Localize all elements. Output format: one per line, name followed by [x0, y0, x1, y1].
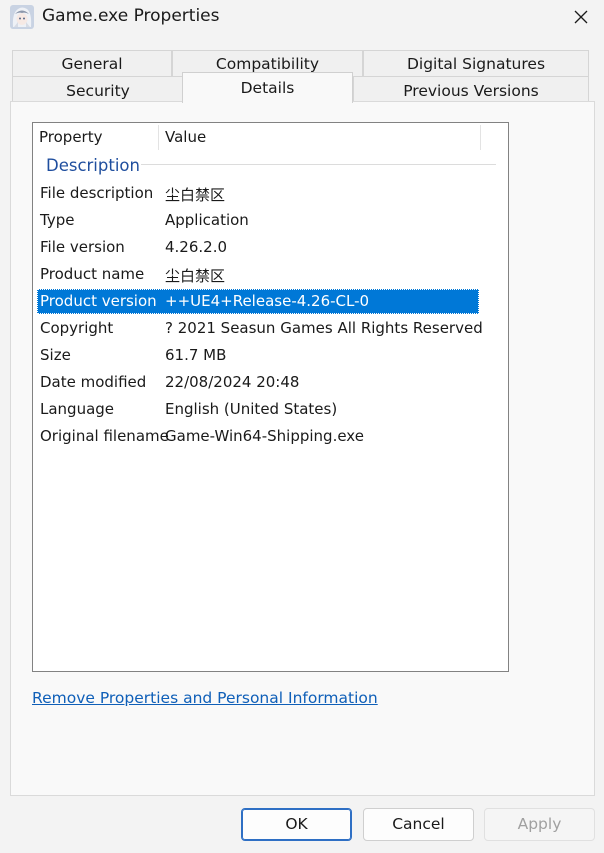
property-value: ++UE4+Release-4.26-CL-0 — [165, 292, 370, 310]
table-row[interactable]: Language English (United States) — [37, 397, 479, 422]
property-value: 22/08/2024 20:48 — [165, 373, 300, 391]
column-separator[interactable] — [480, 125, 481, 150]
close-icon — [574, 10, 588, 24]
property-name: Original filename — [40, 427, 169, 445]
property-value: 尘白禁区 — [165, 186, 226, 204]
property-name: Product name — [40, 265, 145, 283]
tab-digital-signatures[interactable]: Digital Signatures — [363, 50, 589, 76]
property-name: File description — [40, 184, 154, 202]
property-name: Date modified — [40, 373, 147, 391]
property-value: Application — [165, 211, 249, 229]
property-value: 4.26.2.0 — [165, 238, 228, 256]
table-row[interactable]: Date modified 22/08/2024 20:48 — [37, 370, 479, 395]
property-value: ? 2021 Seasun Games All Rights Reserved — [165, 319, 483, 337]
table-row[interactable]: Product name 尘白禁区 — [37, 262, 479, 287]
remove-properties-link[interactable]: Remove Properties and Personal Informati… — [32, 689, 378, 707]
property-name: Copyright — [40, 319, 114, 337]
tab-details[interactable]: Details — [182, 72, 353, 103]
tab-general[interactable]: General — [12, 50, 172, 76]
table-row[interactable]: Original filename Game-Win64-Shipping.ex… — [37, 424, 479, 449]
ok-button[interactable]: OK — [241, 808, 352, 841]
table-row[interactable]: Type Application — [37, 208, 479, 233]
group-divider — [141, 164, 496, 165]
property-name: Size — [40, 346, 71, 364]
table-row[interactable]: File version 4.26.2.0 — [37, 235, 479, 260]
property-name: File version — [40, 238, 125, 256]
property-name: Language — [40, 400, 115, 418]
window-title: Game.exe Properties — [42, 6, 220, 26]
group-header-description: Description — [46, 156, 140, 175]
tab-security[interactable]: Security — [12, 76, 184, 102]
details-list-view[interactable]: Property Value Description File descript… — [32, 122, 509, 672]
details-tab-panel: Property Value Description File descript… — [10, 101, 595, 796]
property-name: Product version — [40, 292, 157, 310]
column-header-value[interactable]: Value — [159, 123, 481, 152]
tab-previous-versions[interactable]: Previous Versions — [353, 76, 589, 102]
table-row[interactable]: Copyright ? 2021 Seasun Games All Rights… — [37, 316, 483, 341]
property-value: Game-Win64-Shipping.exe — [165, 427, 364, 445]
cancel-button[interactable]: Cancel — [363, 808, 474, 841]
column-header-property[interactable]: Property — [33, 123, 159, 152]
table-row[interactable]: File description 尘白禁区 — [37, 181, 479, 206]
app-icon — [10, 5, 34, 29]
property-value: 61.7 MB — [165, 346, 227, 364]
apply-button[interactable]: Apply — [484, 808, 595, 841]
title-bar: Game.exe Properties — [0, 0, 604, 34]
close-button[interactable] — [558, 0, 604, 34]
property-value: English (United States) — [165, 400, 338, 418]
table-row[interactable]: Size 61.7 MB — [37, 343, 479, 368]
property-value: 尘白禁区 — [165, 267, 226, 285]
property-name: Type — [40, 211, 75, 229]
table-row-selected[interactable]: Product version ++UE4+Release-4.26-CL-0 — [37, 289, 479, 314]
